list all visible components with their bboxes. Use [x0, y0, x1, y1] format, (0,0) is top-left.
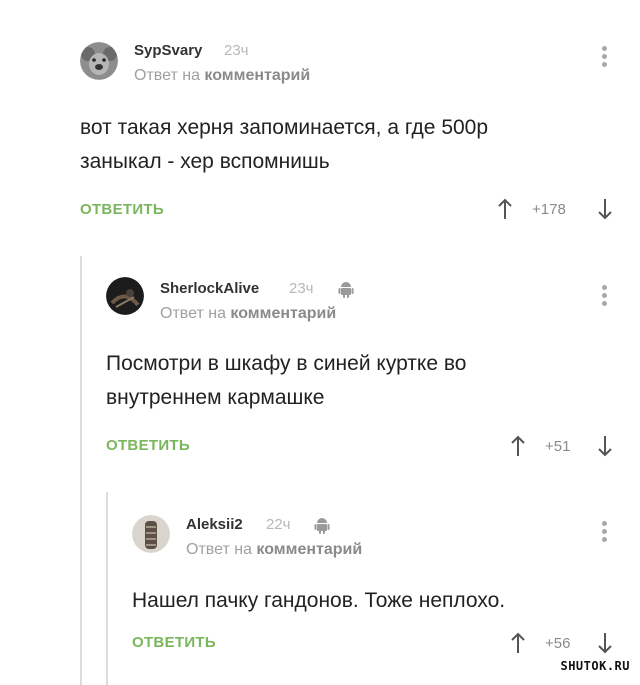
author-name[interactable]: Aleksii2 — [186, 516, 243, 533]
downvote-arrow-icon[interactable] — [598, 198, 612, 220]
vote-score: +178 — [532, 201, 566, 218]
author-name[interactable]: SherlockAlive — [160, 280, 259, 297]
upvote-arrow-icon[interactable] — [511, 632, 525, 654]
reply-button[interactable]: ОТВЕТИТЬ — [106, 437, 190, 454]
reply-to-link[interactable]: Ответ на комментарий — [186, 541, 362, 559]
thread-line-level-2 — [106, 492, 108, 685]
reply-button[interactable]: ОТВЕТИТЬ — [80, 201, 164, 218]
thread-line-level-1 — [80, 256, 82, 685]
comment-text-line: Нашел пачку гандонов. Тоже неплохо. — [132, 589, 506, 612]
more-options-icon[interactable] — [601, 285, 607, 309]
comment-text-line: вот такая херня запоминается, а где 500р — [80, 116, 489, 139]
more-options-icon[interactable] — [601, 521, 607, 545]
comment-time: 23ч — [289, 280, 314, 297]
comment-time: 22ч — [266, 516, 291, 533]
reply-to-prefix: Ответ на — [134, 67, 205, 84]
upvote-arrow-icon[interactable] — [498, 198, 512, 220]
reply-to-target[interactable]: комментарий — [256, 541, 362, 558]
reply-button[interactable]: ОТВЕТИТЬ — [132, 634, 216, 651]
android-icon — [338, 282, 354, 298]
upvote-arrow-icon[interactable] — [511, 435, 525, 457]
avatar[interactable] — [132, 515, 170, 553]
reply-to-target[interactable]: комментарий — [230, 305, 336, 322]
comment-text: Нашел пачку гандонов. Тоже неплохо. — [132, 584, 505, 618]
downvote-arrow-icon[interactable] — [598, 632, 612, 654]
reply-to-link[interactable]: Ответ на комментарий — [160, 305, 336, 323]
more-options-icon[interactable] — [601, 46, 607, 70]
avatar[interactable] — [80, 42, 118, 80]
comment-text-line: заныкал - хер вспомнишь — [80, 150, 330, 173]
author-name[interactable]: SypSvary — [134, 42, 202, 59]
comment-text-line: внутреннем кармашке — [106, 386, 325, 409]
reply-to-prefix: Ответ на — [160, 305, 231, 322]
reply-to-target[interactable]: комментарий — [204, 67, 310, 84]
comment-text: вот такая херня запоминается, а где 500р… — [80, 111, 488, 179]
android-icon — [314, 518, 330, 534]
comment-text: Посмотри в шкафу в синей куртке во внутр… — [106, 347, 466, 415]
comment-time: 23ч — [224, 42, 249, 59]
comment-text-line: Посмотри в шкафу в синей куртке во — [106, 352, 467, 375]
watermark: SHUTOK.RU — [560, 659, 630, 673]
avatar[interactable] — [106, 277, 144, 315]
reply-to-link[interactable]: Ответ на комментарий — [134, 67, 310, 85]
reply-to-prefix: Ответ на — [186, 541, 257, 558]
downvote-arrow-icon[interactable] — [598, 435, 612, 457]
vote-score: +56 — [545, 635, 571, 652]
vote-score: +51 — [545, 438, 571, 455]
